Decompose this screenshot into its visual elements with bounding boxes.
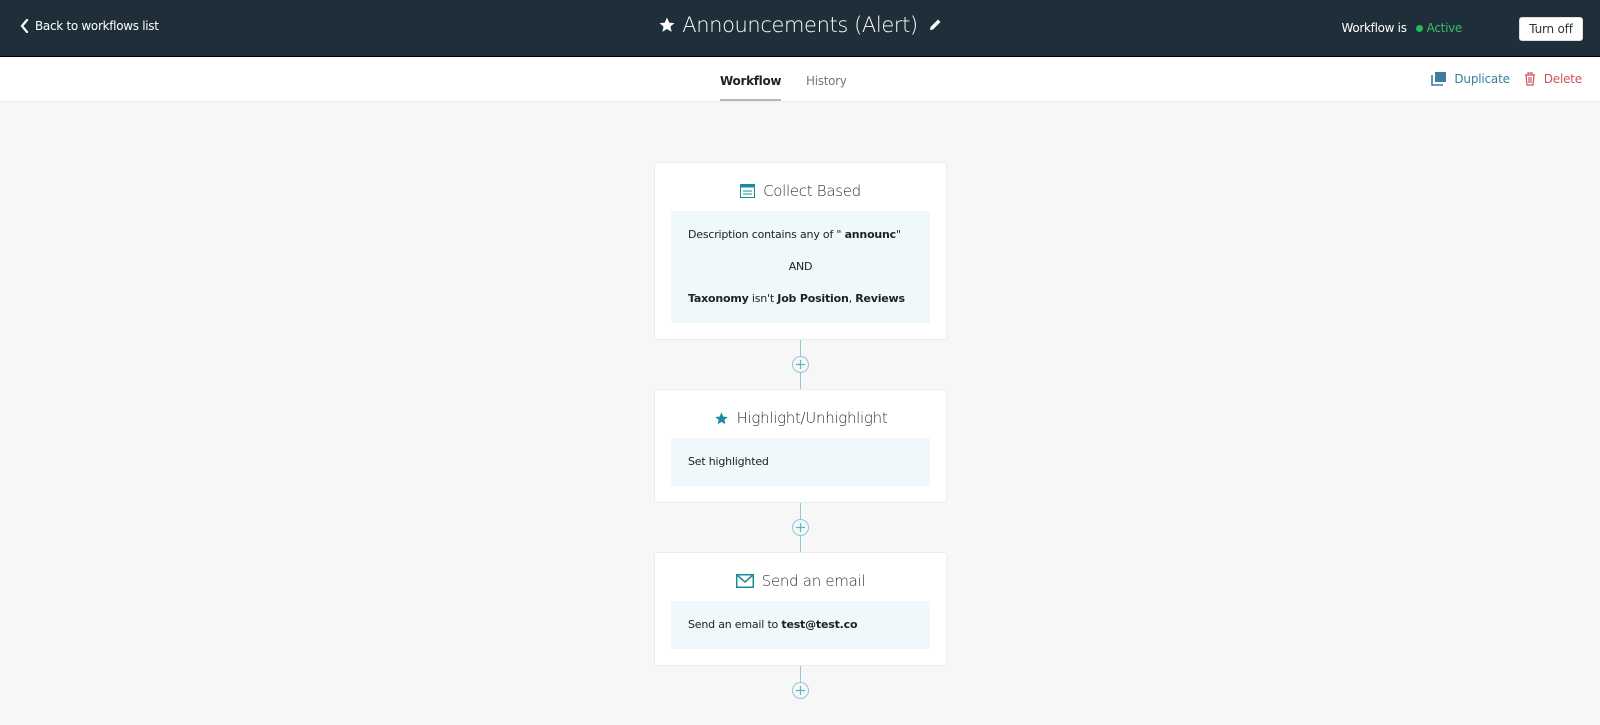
turn-off-button[interactable]: Turn off (1519, 17, 1583, 41)
star-icon (714, 411, 728, 424)
step-details: Send an email to test@test.co (671, 601, 930, 649)
condition-join: AND (788, 260, 813, 273)
step-card-highlight[interactable]: Highlight/Unhighlight Set highlighted (654, 389, 947, 503)
condition-value: announc (844, 228, 897, 241)
workflow-title: Announcements (Alert) (682, 13, 918, 37)
status-label: Workflow is (1341, 21, 1407, 35)
step-details: Description contains any of " announc" A… (671, 211, 930, 323)
envelope-icon (735, 574, 754, 588)
step-card-collect-based[interactable]: Collect Based Description contains any o… (654, 162, 947, 340)
tab-workflow[interactable]: Workflow (720, 74, 782, 101)
condition-text: " (896, 228, 901, 241)
step-header: Collect Based (671, 179, 930, 203)
action-text: Send an email to (688, 618, 782, 631)
edit-title-button[interactable] (928, 18, 942, 32)
condition-description: Description contains any of " announc" (688, 227, 913, 243)
sub-navigation: Workflow History Duplicate Delete (0, 58, 1600, 102)
plus-icon (796, 686, 805, 695)
duplicate-button[interactable]: Duplicate (1431, 72, 1510, 86)
tab-history[interactable]: History (806, 74, 847, 99)
duplicate-label: Duplicate (1454, 72, 1510, 86)
condition-operator: isn't (748, 292, 778, 305)
status-dot-icon (1415, 24, 1423, 32)
add-step-button[interactable] (792, 356, 809, 373)
step-header: Highlight/Unhighlight (671, 406, 930, 430)
action-text: Set highlighted (688, 455, 769, 468)
delete-button[interactable]: Delete (1524, 72, 1582, 86)
condition-taxonomy: Taxonomy isn't Job Position, Reviews (688, 291, 913, 307)
add-step-button[interactable] (792, 519, 809, 536)
top-bar: Back to workflows list Announcements (Al… (0, 0, 1600, 57)
step-connector (654, 666, 947, 706)
condition-value: Job Position (777, 292, 849, 305)
duplicate-icon (1431, 72, 1447, 86)
plus-icon (796, 523, 805, 532)
plus-icon (796, 360, 805, 369)
trash-icon (1524, 72, 1535, 86)
step-connector (654, 503, 947, 552)
step-title: Collect Based (763, 182, 861, 200)
workflow-status: Workflow is Active (1341, 21, 1462, 35)
step-title: Send an email (761, 572, 866, 590)
step-card-send-email[interactable]: Send an email Send an email to test@test… (654, 552, 947, 666)
step-details: Set highlighted (671, 438, 930, 486)
step-header: Send an email (671, 569, 930, 593)
recipient-email: test@test.co (781, 618, 858, 631)
status-value: Active (1426, 21, 1463, 35)
condition-value: Reviews (855, 292, 905, 305)
workflow-steps: Collect Based Description contains any o… (654, 162, 947, 706)
condition-text: Description contains any of " (688, 228, 845, 241)
add-step-button[interactable] (792, 682, 809, 699)
connector-line (800, 666, 801, 682)
email-recipient: Send an email to test@test.co (688, 617, 913, 633)
step-title: Highlight/Unhighlight (736, 409, 888, 427)
list-card-icon (740, 184, 756, 198)
workflow-actions: Duplicate Delete (1431, 72, 1582, 86)
step-connector (654, 340, 947, 389)
pencil-icon (929, 19, 941, 30)
delete-label: Delete (1543, 72, 1582, 86)
star-icon (659, 17, 675, 32)
condition-field: Taxonomy (688, 292, 749, 305)
